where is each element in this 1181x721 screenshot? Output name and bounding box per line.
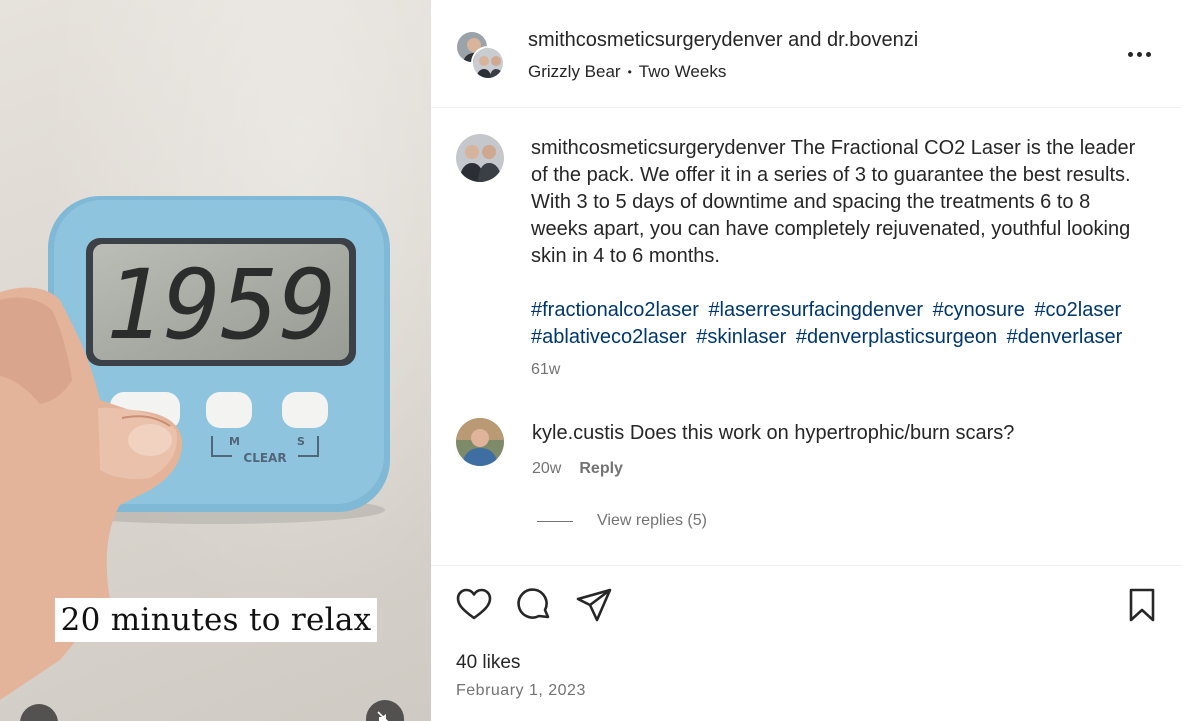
share-icon[interactable] <box>575 586 613 624</box>
comment-meta: 20w Reply <box>532 460 623 478</box>
audio-separator: • <box>627 65 632 79</box>
hashtag-link[interactable]: #fractionalco2laser <box>531 299 699 321</box>
hashtag-link[interactable]: #skinlaser <box>696 326 786 348</box>
likes-count[interactable]: 40 likes <box>456 652 520 674</box>
avatar[interactable] <box>471 46 505 80</box>
post-authors[interactable]: smithcosmeticsurgerydenver and dr.bovenz… <box>528 29 918 52</box>
timer-display: 1959 <box>105 249 336 361</box>
view-replies-label[interactable]: View replies (5) <box>597 512 707 530</box>
timer-s-label: S <box>297 435 305 448</box>
post-media[interactable]: 1959 M S CLEAR 20 minutes to relax <box>0 0 431 721</box>
hashtag-link[interactable]: #laserresurfacingdenver <box>708 299 923 321</box>
action-bar: 40 likes February 1, 2023 <box>431 565 1181 721</box>
reply-button[interactable]: Reply <box>579 460 623 478</box>
post-caption: smithcosmeticsurgerydenver The Fractiona… <box>531 135 1141 270</box>
bookmark-icon[interactable] <box>1123 586 1161 624</box>
mute-icon <box>377 711 389 721</box>
audio-attribution[interactable]: Grizzly Bear • Two Weeks <box>528 62 726 82</box>
timer-m-label: M <box>229 435 240 448</box>
hashtag-link[interactable]: #ablativeco2laser <box>531 326 687 348</box>
timer-clear-label: CLEAR <box>243 451 286 465</box>
more-icon <box>1127 51 1133 57</box>
comment-username[interactable]: kyle.custis <box>532 422 624 444</box>
comments-section: smithcosmeticsurgerydenver The Fractiona… <box>431 108 1181 565</box>
comment: kyle.custis Does this work on hypertroph… <box>532 422 1014 445</box>
more-options-button[interactable] <box>1125 40 1153 68</box>
audio-track[interactable]: Two Weeks <box>639 62 727 82</box>
video-caption-text: 20 minutes to relax <box>60 602 372 638</box>
hashtag-link[interactable]: #denverplasticsurgeon <box>796 326 997 348</box>
post-panel: smithcosmeticsurgerydenver and dr.bovenz… <box>431 0 1181 721</box>
heart-icon[interactable] <box>455 586 493 624</box>
audio-artist[interactable]: Grizzly Bear <box>528 62 621 82</box>
view-replies-button[interactable]: View replies (5) <box>537 512 707 530</box>
hashtag-list: #fractionalco2laser #laserresurfacingden… <box>531 297 1151 351</box>
caption-timestamp[interactable]: 61w <box>531 361 560 379</box>
hashtag-link[interactable]: #co2laser <box>1034 299 1121 321</box>
replies-divider <box>537 520 573 522</box>
collab-avatars[interactable] <box>455 30 507 82</box>
comment-text: Does this work on hypertrophic/burn scar… <box>629 422 1015 444</box>
comment-timestamp[interactable]: 20w <box>532 460 561 478</box>
post-date[interactable]: February 1, 2023 <box>456 682 586 700</box>
hashtag-link[interactable]: #denverlaser <box>1007 326 1123 348</box>
comment-icon[interactable] <box>515 586 553 624</box>
caption-avatar[interactable] <box>456 134 504 182</box>
caption-username[interactable]: smithcosmeticsurgerydenver <box>531 137 786 159</box>
hashtag-link[interactable]: #cynosure <box>933 299 1025 321</box>
comment-avatar[interactable] <box>456 418 504 466</box>
video-caption: 20 minutes to relax <box>55 598 377 642</box>
post-header: smithcosmeticsurgerydenver and dr.bovenz… <box>431 0 1181 108</box>
